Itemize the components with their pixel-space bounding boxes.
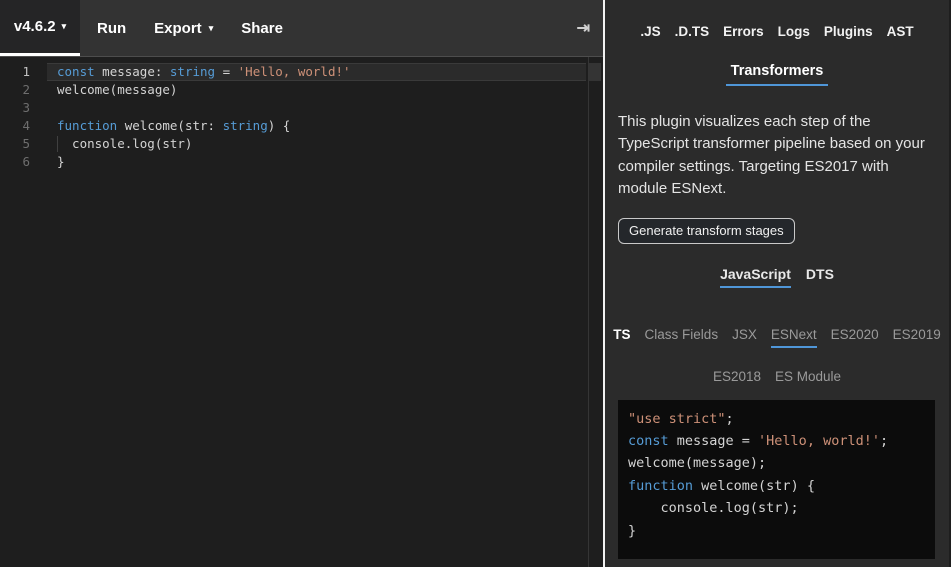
version-selector[interactable]: v4.6.2 ▾ bbox=[0, 0, 80, 56]
tab-esnext[interactable]: ESNext bbox=[771, 327, 817, 348]
version-label: v4.6.2 bbox=[14, 18, 56, 35]
editor-line[interactable]: 5 console.log(str) bbox=[0, 135, 603, 153]
share-label: Share bbox=[241, 20, 283, 37]
code-token: ; bbox=[880, 433, 888, 449]
plugin-title-wrap: Transformers bbox=[605, 62, 949, 86]
transform-output-code: "use strict";const message = 'Hello, wor… bbox=[618, 400, 935, 559]
editor-line[interactable]: 2 welcome(message) bbox=[0, 81, 603, 99]
output-code-line: } bbox=[628, 520, 935, 542]
code-token: function bbox=[57, 118, 117, 133]
export-label: Export bbox=[154, 20, 202, 37]
tab-transformers[interactable]: Transformers bbox=[726, 63, 829, 86]
tab-logs[interactable]: Logs bbox=[778, 24, 810, 39]
code-token: } bbox=[57, 154, 65, 169]
line-number: 1 bbox=[0, 63, 30, 81]
run-label: Run bbox=[97, 20, 126, 37]
sidebar-panel: .JS .D.TS Errors Logs Plugins AST Transformer… bbox=[605, 0, 949, 567]
generate-transform-stages-button[interactable]: Generate transform stages bbox=[618, 218, 795, 244]
tab-errors[interactable]: Errors bbox=[723, 24, 764, 39]
code-token: welcome(message); bbox=[628, 455, 766, 471]
code-token: 'Hello, world!' bbox=[758, 433, 880, 449]
tab-dts[interactable]: .D.TS bbox=[675, 24, 710, 39]
code-token: function bbox=[628, 478, 693, 494]
output-code-line: console.log(str); bbox=[628, 497, 935, 519]
dock-right-icon[interactable]: ⇥ bbox=[577, 18, 590, 38]
chevron-down-icon: ▾ bbox=[209, 23, 214, 34]
line-number: 4 bbox=[0, 117, 30, 135]
stage-tabs-row1: TS Class Fields JSX ESNext ES2020 ES2019 bbox=[605, 327, 949, 348]
tab-es-module[interactable]: ES Module bbox=[775, 369, 841, 384]
output-code-line: const message = 'Hello, world!'; bbox=[628, 430, 935, 452]
tab-ts[interactable]: TS bbox=[613, 327, 630, 348]
editor-lines: 1 const message: string = 'Hello, world!'… bbox=[0, 63, 603, 171]
code-token: console.log(str); bbox=[628, 500, 799, 516]
code-token: welcome(str) { bbox=[693, 478, 815, 494]
line-number: 2 bbox=[0, 81, 30, 99]
editor-toolbar: v4.6.2 ▾ Run Export ▾ Share ⇥ bbox=[0, 0, 603, 57]
code-token: } bbox=[628, 523, 636, 539]
editor-line[interactable]: 1 const message: string = 'Hello, world!' bbox=[0, 63, 603, 81]
line-number: 3 bbox=[0, 99, 30, 117]
code-token: 'Hello, world!' bbox=[238, 64, 351, 79]
code-token: message: bbox=[95, 64, 170, 79]
tab-es2019[interactable]: ES2019 bbox=[893, 327, 941, 348]
code-token: console.log(str) bbox=[57, 136, 192, 151]
share-button[interactable]: Share bbox=[241, 0, 283, 56]
stage-tabs-row2: ES2018 ES Module bbox=[605, 369, 949, 384]
tab-dts[interactable]: DTS bbox=[806, 266, 834, 288]
tab-plugins[interactable]: Plugins bbox=[824, 24, 873, 39]
line-number: 5 bbox=[0, 135, 30, 153]
chevron-down-icon: ▾ bbox=[62, 21, 67, 32]
tab-es2018[interactable]: ES2018 bbox=[713, 369, 761, 384]
code-token: = bbox=[215, 64, 238, 79]
editor-ruler bbox=[588, 57, 589, 567]
code-token: const bbox=[628, 433, 669, 449]
tab-ast[interactable]: AST bbox=[887, 24, 914, 39]
tab-es2020[interactable]: ES2020 bbox=[831, 327, 879, 348]
output-code-line: "use strict"; bbox=[628, 408, 935, 430]
code-token: ) { bbox=[268, 118, 291, 133]
plugin-description: This plugin visualizes each step of the … bbox=[618, 111, 935, 201]
output-code-line: welcome(message); bbox=[628, 452, 935, 474]
output-code-line: function welcome(str) { bbox=[628, 475, 935, 497]
editor-line[interactable]: 3 bbox=[0, 99, 603, 117]
code-editor[interactable]: 1 const message: string = 'Hello, world!'… bbox=[0, 57, 603, 567]
code-token: "use strict" bbox=[628, 411, 726, 427]
editor-line[interactable]: 4 function welcome(str: string) { bbox=[0, 117, 603, 135]
editor-scrollbar[interactable] bbox=[589, 63, 601, 81]
tab-class-fields[interactable]: Class Fields bbox=[645, 327, 719, 348]
code-token: message = bbox=[669, 433, 758, 449]
tab-jsx[interactable]: JSX bbox=[732, 327, 757, 348]
output-kind-tabs: JavaScript DTS bbox=[605, 266, 949, 288]
right-panel-tabs: .JS .D.TS Errors Logs Plugins AST bbox=[605, 24, 949, 39]
code-token: welcome(str: bbox=[117, 118, 222, 133]
run-button[interactable]: Run bbox=[97, 0, 126, 56]
tab-javascript[interactable]: JavaScript bbox=[720, 266, 791, 288]
code-token: welcome(message) bbox=[57, 82, 177, 97]
code-token: string bbox=[170, 64, 215, 79]
code-token: const bbox=[57, 64, 95, 79]
editor-pane: v4.6.2 ▾ Run Export ▾ Share ⇥ 1 const mes… bbox=[0, 0, 605, 567]
code-token: ; bbox=[726, 411, 734, 427]
tab-js[interactable]: .JS bbox=[640, 24, 660, 39]
export-button[interactable]: Export ▾ bbox=[154, 0, 213, 56]
code-token: string bbox=[223, 118, 268, 133]
line-number: 6 bbox=[0, 153, 30, 171]
editor-line[interactable]: 6} bbox=[0, 153, 603, 171]
